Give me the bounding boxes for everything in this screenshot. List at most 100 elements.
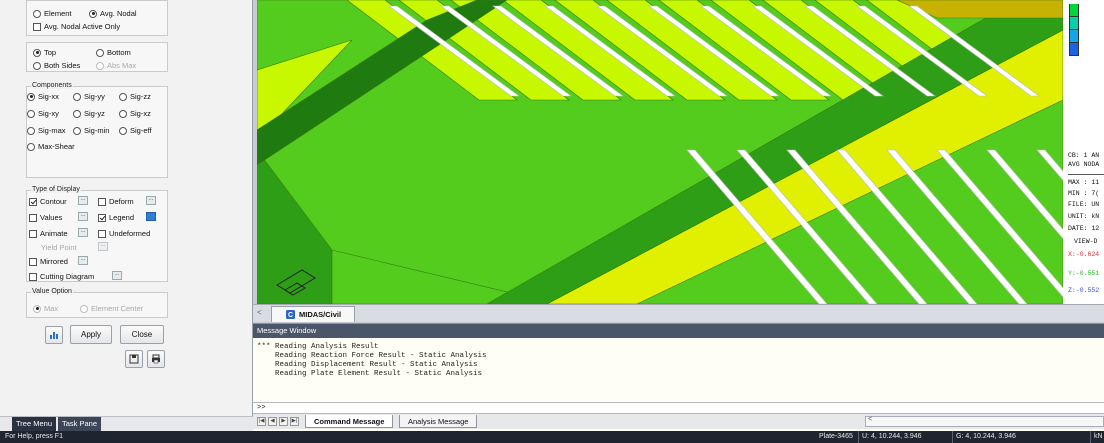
tab-first-button[interactable]: |◀ xyxy=(257,417,266,426)
check-avg-nodal-active-only[interactable]: Avg. Nodal Active Only xyxy=(33,22,120,31)
radio-both-sides-mark xyxy=(33,61,41,70)
message-tab-bar: |◀ ◀ ▶ ▶| Command Message Analysis Messa… xyxy=(253,413,1104,429)
status-u-coordinates: U: 4, 10.244, 3.946 xyxy=(858,431,950,443)
check-legend[interactable]: Legend xyxy=(98,213,134,222)
radio-sig-xx-label: Sig-xx xyxy=(38,92,59,101)
tab-next-button[interactable]: ▶ xyxy=(279,417,288,426)
radio-sig-zz[interactable]: Sig-zz xyxy=(119,92,151,101)
radio-sig-xy[interactable]: Sig-xy xyxy=(27,109,59,118)
radio-sig-xz[interactable]: Sig-xz xyxy=(119,109,151,118)
command-input[interactable]: >> xyxy=(253,402,1104,413)
values-options-button[interactable]: ... xyxy=(78,212,88,221)
tab-command-message[interactable]: Command Message xyxy=(305,415,394,428)
midas-logo-icon: C xyxy=(286,310,295,319)
apply-button[interactable]: Apply xyxy=(70,325,112,344)
radio-max-shear[interactable]: Max-Shear xyxy=(27,142,75,151)
legend-options-button[interactable] xyxy=(146,212,156,221)
check-cutting-diagram-box xyxy=(29,272,37,281)
check-deform[interactable]: Deform xyxy=(98,197,134,206)
tab-analysis-message[interactable]: Analysis Message xyxy=(399,415,478,428)
save-image-button[interactable] xyxy=(125,350,143,368)
legend-line-unit: UNIT: kN xyxy=(1068,213,1100,220)
status-g-coordinates: G: 4, 10.244, 3.946 xyxy=(952,431,1052,443)
legend-separator xyxy=(1068,174,1104,175)
contour-model-view[interactable] xyxy=(257,0,1063,304)
radio-sig-min[interactable]: Sig-min xyxy=(73,126,109,135)
tab-last-button[interactable]: ▶| xyxy=(290,417,299,426)
mirrored-options-button[interactable]: ... xyxy=(78,256,88,265)
radio-sig-xx[interactable]: Sig-xx xyxy=(27,92,59,101)
radio-sig-yz[interactable]: Sig-yz xyxy=(73,109,105,118)
check-contour-box xyxy=(29,197,37,206)
message-horizontal-scrollbar[interactable]: < xyxy=(865,416,1104,427)
chart-options-button[interactable] xyxy=(45,326,63,344)
radio-avg-nodal-mark xyxy=(89,9,97,18)
radio-max-shear-label: Max-Shear xyxy=(38,142,75,151)
scroll-left-arrow[interactable]: < xyxy=(868,416,872,423)
check-contour[interactable]: Contour xyxy=(29,197,67,206)
tab-tree-menu[interactable]: Tree Menu xyxy=(12,417,56,431)
check-cutting-diagram[interactable]: Cutting Diagram xyxy=(29,272,94,281)
radio-abs-max-label: Abs Max xyxy=(107,61,137,70)
bar-chart-icon xyxy=(50,332,58,339)
check-deform-box xyxy=(98,197,106,206)
radio-element-center: Element Center xyxy=(80,304,143,313)
radio-sig-yz-label: Sig-yz xyxy=(84,109,105,118)
check-values-box xyxy=(29,213,37,222)
check-yield-point-label: Yield Point xyxy=(41,243,77,252)
check-undeformed[interactable]: Undeformed xyxy=(98,229,150,238)
legend-line-x: X:-0.624 xyxy=(1068,251,1100,258)
radio-sig-yz-mark xyxy=(73,109,81,118)
radio-element-label: Element xyxy=(44,9,72,18)
model-viewport[interactable] xyxy=(257,0,1063,304)
check-contour-label: Contour xyxy=(40,197,67,206)
radio-sig-eff-mark xyxy=(119,126,127,135)
check-legend-box xyxy=(98,213,106,222)
status-help-text: For Help, press F1 xyxy=(5,433,63,440)
radio-element[interactable]: Element xyxy=(33,9,72,18)
value-option-title: Value Option xyxy=(31,288,73,295)
radio-sig-yy-mark xyxy=(73,92,81,101)
close-button[interactable]: Close xyxy=(120,325,164,344)
legend-color-swatch xyxy=(1069,30,1079,43)
contour-options-button[interactable]: ... xyxy=(78,196,88,205)
type-of-display-title: Type of Display xyxy=(31,186,81,193)
radio-bottom[interactable]: Bottom xyxy=(96,48,131,57)
radio-sig-min-label: Sig-min xyxy=(84,126,110,135)
radio-top-mark xyxy=(33,48,41,57)
model-tab-bar: < C MIDAS/Civil xyxy=(253,304,1104,322)
deform-options-button[interactable]: ... xyxy=(146,196,156,205)
radio-sig-min-mark xyxy=(73,126,81,135)
radio-bottom-mark xyxy=(96,48,104,57)
radio-sig-zz-label: Sig-zz xyxy=(130,92,151,101)
radio-element-mark xyxy=(33,9,41,18)
animate-options-button[interactable]: ... xyxy=(78,228,88,237)
legend-color-swatch xyxy=(1069,43,1079,56)
check-avg-nodal-active-only-box xyxy=(33,22,41,31)
radio-top[interactable]: Top xyxy=(33,48,56,57)
check-values-label: Values xyxy=(40,213,63,222)
cutting-diagram-options-button[interactable]: ... xyxy=(112,271,122,280)
radio-bottom-label: Bottom xyxy=(107,48,131,57)
message-line: *** Reading Analysis Result xyxy=(257,343,379,351)
check-mirrored[interactable]: Mirrored xyxy=(29,257,68,266)
radio-max: Max xyxy=(33,304,58,313)
check-values[interactable]: Values xyxy=(29,213,62,222)
message-window-title: Message Window xyxy=(253,324,1104,338)
print-button[interactable] xyxy=(147,350,165,368)
radio-both-sides[interactable]: Both Sides xyxy=(33,61,80,70)
check-animate[interactable]: Animate xyxy=(29,229,68,238)
radio-avg-nodal[interactable]: Avg. Nodal xyxy=(89,9,137,18)
message-line: Reading Displacement Result - Static Ana… xyxy=(257,361,478,369)
tab-prev-button[interactable]: ◀ xyxy=(268,417,277,426)
check-undeformed-box xyxy=(98,229,106,238)
tab-task-pane[interactable]: Task Pane xyxy=(58,417,102,431)
tab-midas-civil[interactable]: C MIDAS/Civil xyxy=(271,306,355,322)
radio-sig-yy[interactable]: Sig-yy xyxy=(73,92,105,101)
radio-sig-xz-mark xyxy=(119,109,127,118)
tab-scroll-left-button[interactable]: < xyxy=(257,308,262,317)
check-deform-label: Deform xyxy=(109,197,134,206)
radio-sig-eff[interactable]: Sig-eff xyxy=(119,126,152,135)
radio-element-center-label: Element Center xyxy=(91,304,144,313)
radio-sig-max[interactable]: Sig-max xyxy=(27,126,66,135)
